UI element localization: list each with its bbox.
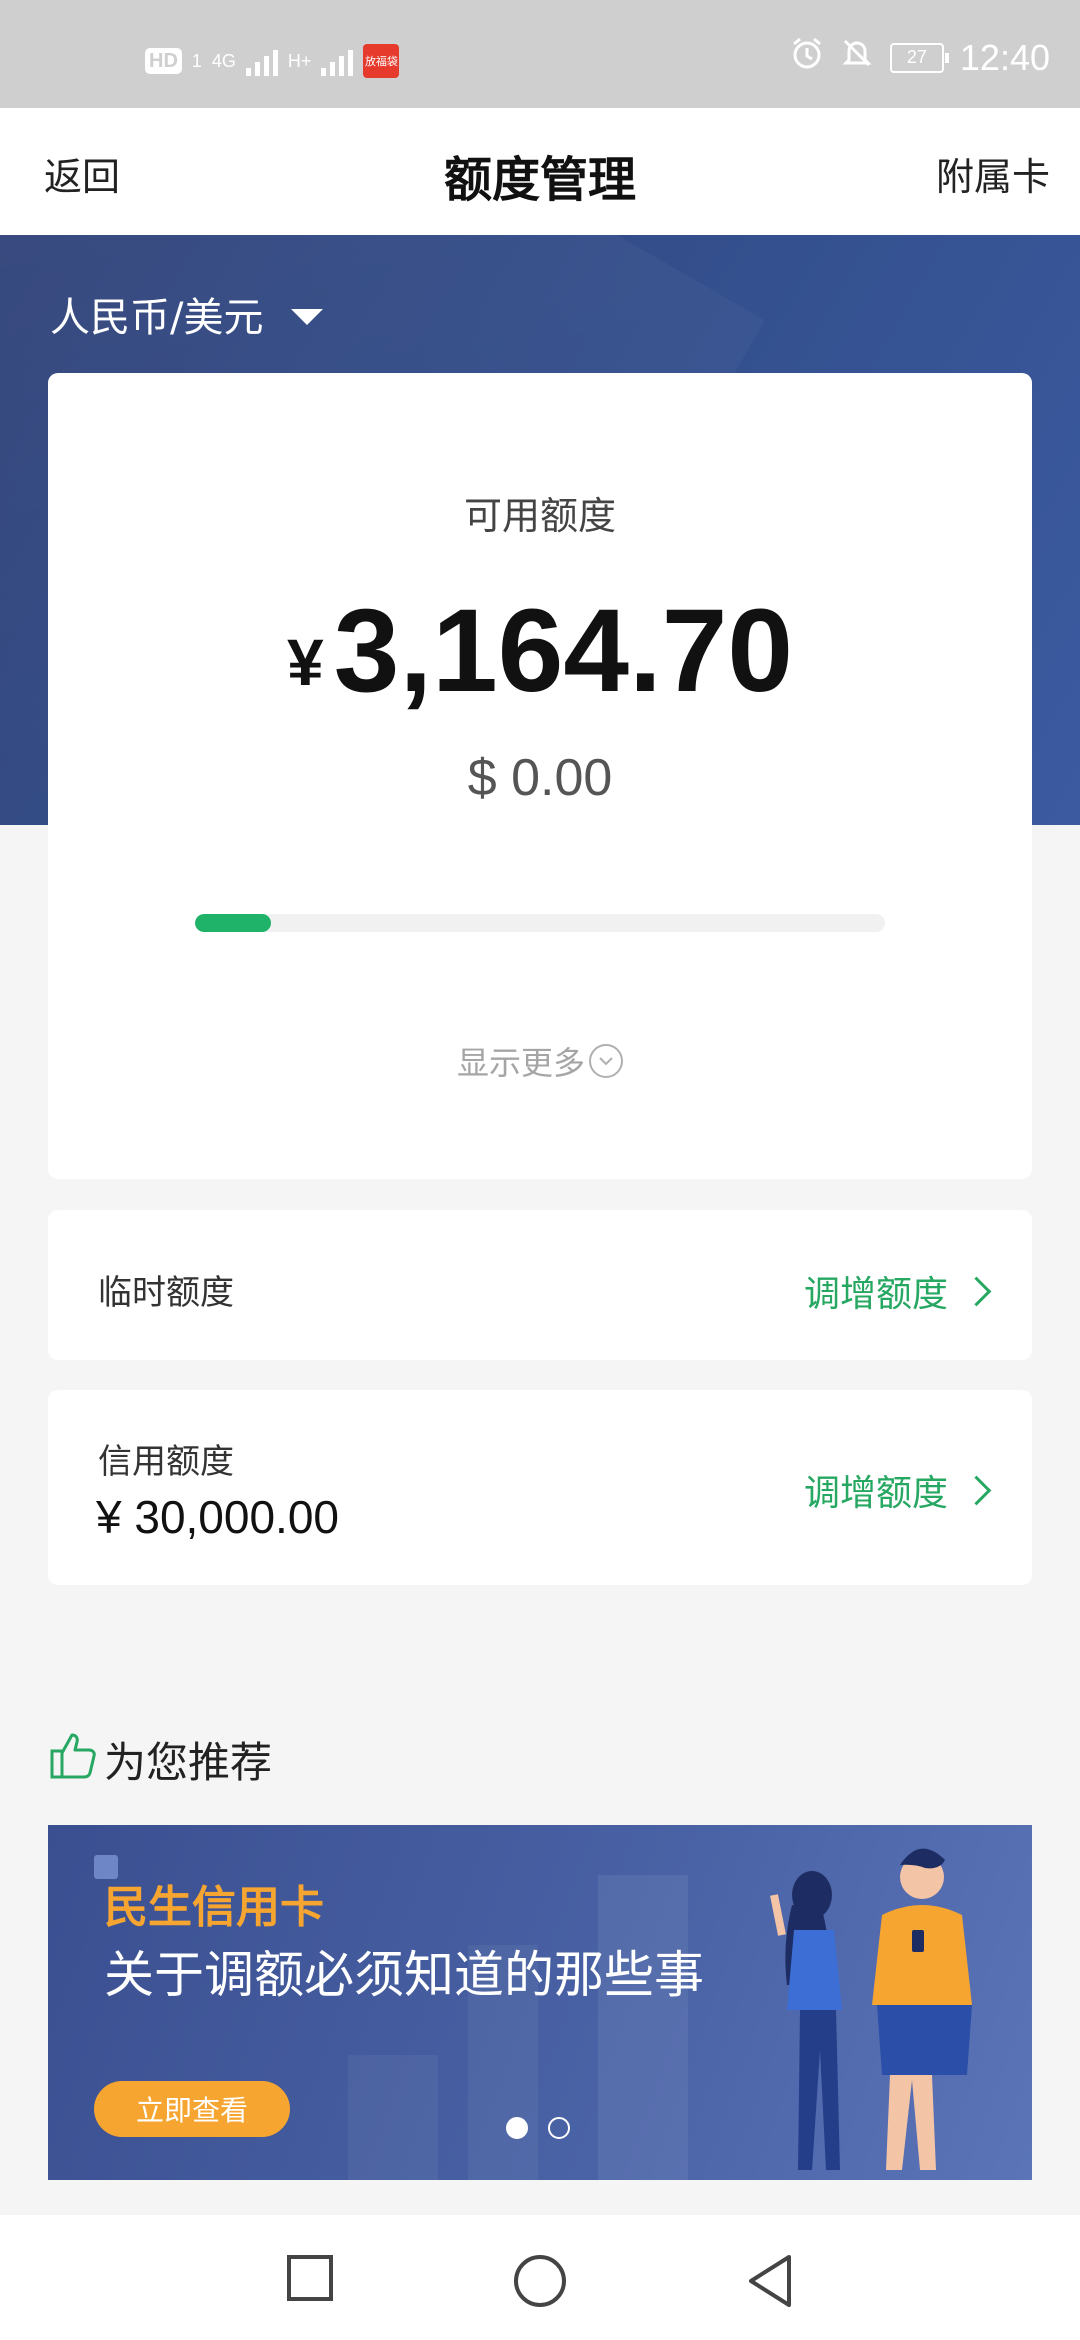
sim-badge: 1 — [191, 50, 202, 71]
app-header: 返回 额度管理 附属卡 — [0, 108, 1080, 235]
supplementary-card-button[interactable]: 附属卡 — [936, 146, 1050, 201]
temporary-limit-card: 临时额度 调增额度 — [48, 1210, 1032, 1360]
temporary-limit-increase-button[interactable]: 调增额度 — [803, 1265, 992, 1317]
available-amount: ¥3,164.70 — [48, 583, 1032, 719]
credit-limit-value: ¥ 30,000.00 — [96, 1491, 340, 1543]
home-circle-icon[interactable] — [512, 2253, 568, 2313]
battery-icon: 27 — [889, 42, 949, 73]
temporary-limit-label: 临时额度 — [98, 1273, 234, 1313]
show-more-button[interactable]: 显示更多 — [48, 1038, 1032, 1084]
back-triangle-icon[interactable] — [745, 2253, 795, 2313]
signal-icon — [245, 46, 278, 76]
promo-banner[interactable]: 民生信用卡 关于调额必须知道的那些事 立即查看 — [48, 1825, 1032, 2180]
carousel-dots — [506, 2117, 570, 2139]
thumbs-up-icon — [48, 1727, 102, 1791]
caret-down-icon — [291, 309, 324, 325]
available-amount-value: 3,164.70 — [333, 585, 794, 717]
banner-decor — [598, 1875, 688, 2180]
recommend-title-text: 为您推荐 — [104, 1737, 273, 1787]
credit-limit-card: 信用额度 ¥ 30,000.00 调增额度 — [48, 1390, 1032, 1585]
credit-limit-label: 信用额度 — [98, 1442, 234, 1482]
usage-progress-bar — [195, 914, 885, 932]
people-illustration — [770, 1848, 972, 2170]
yen-symbol: ¥ — [286, 625, 324, 699]
clock-time: 12:40 — [959, 36, 1050, 78]
currency-label: 人民币/美元 — [50, 295, 264, 341]
signal-icon-2 — [321, 46, 354, 76]
usd-amount: $ 0.00 — [467, 749, 613, 807]
status-right: 27 12:40 — [790, 36, 1050, 79]
increase-label: 调增额度 — [803, 1274, 948, 1315]
recommend-section-title: 为您推荐 — [48, 1727, 272, 1791]
recent-apps-square-icon[interactable] — [285, 2253, 335, 2307]
carousel-dot-active[interactable] — [506, 2117, 528, 2139]
status-bar: HD 1 4G H+ 放福袋 27 12:40 — [0, 0, 1080, 108]
carousel-dot[interactable] — [548, 2117, 570, 2139]
network-type-2: H+ — [287, 50, 312, 71]
system-navigation-bar — [0, 2215, 1080, 2340]
usage-progress-fill — [195, 914, 271, 932]
banner-view-now-button[interactable]: 立即查看 — [94, 2081, 290, 2137]
currency-selector[interactable]: 人民币/美元 — [50, 285, 324, 343]
chevron-right-icon — [961, 1475, 992, 1505]
banner-decor — [348, 2055, 438, 2180]
available-limit-card: 可用额度 ¥3,164.70 $ 0.00 显示更多 — [48, 373, 1032, 1179]
status-left: HD 1 4G H+ 放福袋 — [145, 44, 400, 78]
app-notification-icon: 放福袋 — [363, 44, 400, 78]
available-limit-label: 可用额度 — [463, 494, 616, 538]
increase-label: 调增额度 — [803, 1473, 948, 1514]
banner-headline: 关于调额必须知道的那些事 — [104, 1946, 704, 2004]
alarm-icon — [790, 36, 824, 79]
chevron-down-circle-icon — [589, 1044, 623, 1078]
banner-brand: 民生信用卡 — [104, 1882, 324, 1933]
network-type-1: 4G — [211, 50, 236, 71]
credit-limit-increase-button[interactable]: 调增额度 — [803, 1464, 992, 1516]
hd-badge: HD — [145, 48, 182, 74]
mute-bell-icon — [840, 36, 874, 79]
page-title: 额度管理 — [443, 152, 636, 208]
chevron-right-icon — [961, 1276, 992, 1306]
show-more-label: 显示更多 — [456, 1044, 585, 1082]
